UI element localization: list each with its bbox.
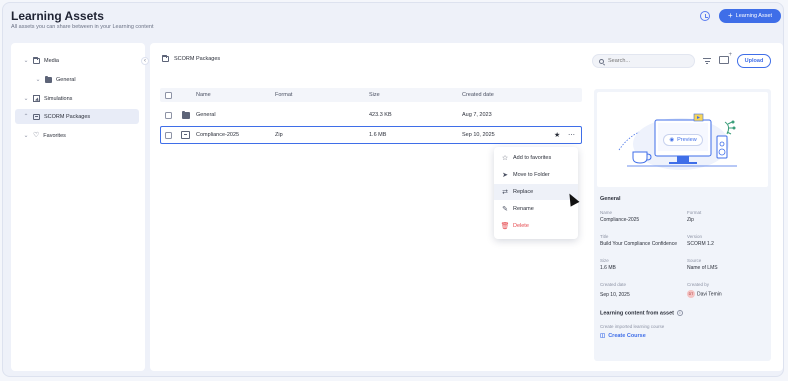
row-created: Aug 7, 2023 <box>462 112 492 118</box>
title-label: Title <box>600 234 609 239</box>
folder-header: SCORM Packages <box>162 55 221 62</box>
name-value: Compliance-2025 <box>600 217 640 223</box>
app-frame: Learning Assets All assets you can share… <box>2 2 784 377</box>
chevron-down-icon[interactable]: ⌄ <box>23 58 29 64</box>
row-name: Compliance-2025 <box>196 132 240 138</box>
star-icon[interactable]: ★ <box>554 131 560 139</box>
select-all-checkbox[interactable] <box>165 91 172 99</box>
search-input[interactable] <box>608 58 688 64</box>
plus-icon: + <box>727 11 733 20</box>
menu-item-move-to-folder[interactable]: ➤ Move to Folder <box>494 167 578 183</box>
row-checkbox[interactable] <box>165 111 172 119</box>
chevron-down-icon[interactable]: ⌄ <box>23 133 29 139</box>
collapse-sidebar-button[interactable]: ‹ <box>141 57 149 65</box>
version-value: SCORM 1.2 <box>687 241 714 247</box>
menu-item-delete[interactable]: 🗑 Delete <box>494 218 578 234</box>
chevron-up-icon[interactable]: ⌃ <box>23 114 29 120</box>
column-name[interactable]: Name <box>196 88 211 102</box>
package-icon <box>33 113 40 120</box>
source-value: Name of LMS <box>687 265 718 271</box>
column-format[interactable]: Format <box>275 88 292 102</box>
row-format: Zip <box>275 132 283 138</box>
sidebar-item-scorm-packages[interactable]: ⌃ SCORM Packages <box>15 109 139 124</box>
details-panel <box>594 89 771 361</box>
column-size[interactable]: Size <box>369 88 380 102</box>
row-created: Sep 10, 2025 <box>462 132 495 138</box>
source-label: Source <box>687 258 702 263</box>
folder-icon <box>33 56 40 64</box>
search-icon <box>599 58 604 64</box>
move-icon: ➤ <box>502 172 508 179</box>
filter-icon[interactable] <box>703 58 711 64</box>
sidebar-item-general[interactable]: ⌄ General <box>35 72 76 87</box>
sidebar-item-favorites[interactable]: ⌄ ♡ Favorites <box>23 128 65 143</box>
table-header: Name Format Size Created date <box>160 88 582 102</box>
search-box[interactable] <box>592 54 695 68</box>
page-title: Learning Assets <box>11 9 104 23</box>
menu-item-add-to-favorites[interactable]: ☆ Add to favorites <box>494 150 578 166</box>
preview-button[interactable]: ◉ Preview <box>663 134 703 146</box>
folder-icon <box>182 110 190 119</box>
version-label: Version <box>687 234 703 239</box>
row-name: General <box>196 112 216 118</box>
course-icon: ◫ <box>600 333 606 339</box>
menu-item-rename[interactable]: ✎ Rename <box>494 201 578 217</box>
chevron-down-icon[interactable]: ⌄ <box>23 96 29 102</box>
more-options-icon[interactable]: ⋯ <box>568 131 576 139</box>
info-icon[interactable]: i <box>676 310 683 316</box>
history-icon[interactable] <box>700 11 710 21</box>
sidebar-item-media[interactable]: ⌄ Media <box>23 53 59 68</box>
format-label: Format <box>687 210 702 215</box>
sidebar-item-simulations[interactable]: ⌄ Simulations <box>23 91 72 106</box>
size-value: 1.6 MB <box>600 265 616 271</box>
context-menu: ☆ Add to favorites ➤ Move to Folder ⇄ Re… <box>494 147 578 239</box>
learning-content-title: Learning content from asset i <box>600 310 683 316</box>
details-section-title: General <box>600 196 621 202</box>
created-by-value: DT Davi Temin <box>687 290 722 298</box>
row-size: 423.3 KB <box>369 112 392 118</box>
heart-icon: ♡ <box>33 132 40 139</box>
format-value: Zip <box>687 217 694 223</box>
table-row-selected[interactable]: Compliance-2025 Zip 1.6 MB Sep 10, 2025 … <box>160 126 582 144</box>
created-date-label: Created date <box>600 282 627 287</box>
row-size: 1.6 MB <box>369 132 387 138</box>
title-value: Build Your Compliance Confidence <box>600 241 677 247</box>
sidebar: ⌄ Media ⌄ General ⌄ Simulations ⌃ SCORM … <box>11 43 145 371</box>
created-by-label: Created by <box>687 282 710 287</box>
new-folder-icon[interactable] <box>719 52 732 64</box>
upload-button[interactable]: Upload <box>737 54 771 68</box>
row-checkbox[interactable] <box>165 131 172 139</box>
rename-icon: ✎ <box>502 206 508 213</box>
create-imported-label: Create imported learning course <box>600 324 665 329</box>
table-row[interactable]: General 423.3 KB Aug 7, 2023 <box>160 106 582 124</box>
avatar: DT <box>687 290 695 298</box>
cursor-click-icon <box>33 95 40 102</box>
eye-icon: ◉ <box>669 137 675 143</box>
trash-icon: 🗑 <box>500 223 510 230</box>
folder-icon <box>162 55 169 62</box>
folder-title: SCORM Packages <box>174 56 221 62</box>
column-created-date[interactable]: Created date <box>462 88 494 102</box>
create-course-link[interactable]: ◫ Create Course <box>600 333 646 339</box>
size-label: Size <box>600 258 609 263</box>
star-outline-icon: ☆ <box>501 155 509 162</box>
created-date-value: Sep 10, 2025 <box>600 292 630 298</box>
replace-icon: ⇄ <box>502 189 508 196</box>
folder-icon <box>45 75 52 83</box>
page-subtitle: All assets you can share between in your… <box>11 24 154 30</box>
add-learning-asset-button[interactable]: + Learning Asset <box>719 9 781 23</box>
name-label: Name <box>600 210 613 215</box>
chevron-down-icon[interactable]: ⌄ <box>35 77 41 83</box>
package-icon <box>181 131 190 139</box>
